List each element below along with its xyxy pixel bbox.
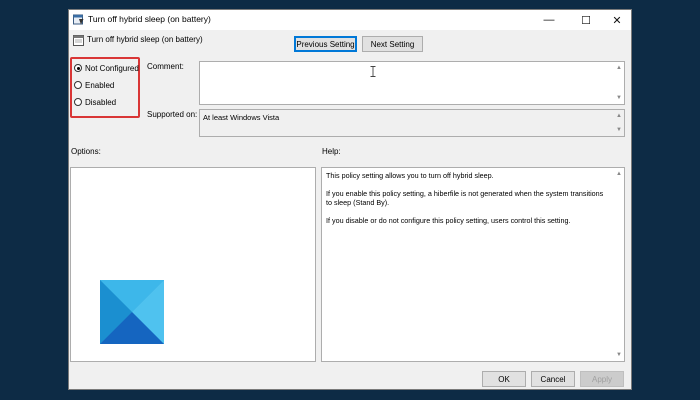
options-label: Options: bbox=[71, 147, 101, 156]
radio-label: Disabled bbox=[85, 97, 117, 107]
help-paragraph: If you enable this policy setting, a hib… bbox=[326, 189, 604, 207]
minimize-icon: — bbox=[543, 14, 555, 26]
radio-disabled[interactable]: Disabled bbox=[74, 96, 116, 108]
radio-icon[interactable] bbox=[74, 81, 82, 89]
help-paragraph: If you disable or do not configure this … bbox=[326, 216, 571, 225]
maximize-button[interactable]: ☐ bbox=[572, 10, 600, 30]
minimize-button[interactable]: — bbox=[535, 10, 563, 30]
supported-on-box: At least Windows Vista ▲ ▼ bbox=[199, 109, 625, 137]
help-panel: This policy setting allows you to turn o… bbox=[321, 167, 625, 362]
radio-not-configured[interactable]: Not Configured bbox=[74, 62, 139, 74]
policy-dialog: Turn off hybrid sleep (on battery) — ☐ ✕… bbox=[68, 9, 632, 390]
help-label: Help: bbox=[322, 147, 341, 156]
close-button[interactable]: ✕ bbox=[603, 10, 631, 30]
scroll-up-icon[interactable]: ▲ bbox=[615, 112, 623, 120]
scroll-up-icon[interactable]: ▲ bbox=[615, 170, 623, 178]
ok-button[interactable]: OK bbox=[482, 371, 526, 387]
radio-enabled[interactable]: Enabled bbox=[74, 79, 114, 91]
radio-icon[interactable] bbox=[74, 98, 82, 106]
scroll-down-icon[interactable]: ▼ bbox=[615, 94, 623, 102]
maximize-icon: ☐ bbox=[581, 14, 591, 27]
scroll-up-icon[interactable]: ▲ bbox=[615, 64, 623, 72]
policy-icon bbox=[73, 35, 84, 46]
radio-checked-icon[interactable] bbox=[74, 64, 82, 72]
options-panel bbox=[70, 167, 316, 362]
window-title: Turn off hybrid sleep (on battery) bbox=[88, 14, 211, 24]
comment-label: Comment: bbox=[147, 62, 184, 71]
supported-on-value: At least Windows Vista bbox=[203, 113, 280, 122]
policy-setting-icon bbox=[73, 14, 84, 25]
comment-textbox[interactable]: ▲ ▼ bbox=[199, 61, 625, 105]
supported-on-label: Supported on: bbox=[147, 110, 198, 119]
radio-label: Enabled bbox=[85, 80, 115, 90]
radio-label: Not Configured bbox=[85, 63, 139, 73]
help-paragraph: This policy setting allows you to turn o… bbox=[326, 171, 494, 180]
close-icon: ✕ bbox=[612, 14, 622, 27]
next-setting-button[interactable]: Next Setting bbox=[362, 36, 423, 52]
apply-button[interactable]: Apply bbox=[580, 371, 624, 387]
title-bar: Turn off hybrid sleep (on battery) — ☐ ✕ bbox=[69, 10, 631, 30]
windows-logo-icon bbox=[100, 280, 164, 344]
policy-name: Turn off hybrid sleep (on battery) bbox=[87, 35, 203, 44]
scroll-down-icon[interactable]: ▼ bbox=[615, 126, 623, 134]
text-cursor-icon bbox=[370, 66, 376, 77]
previous-setting-button[interactable]: Previous Setting bbox=[294, 36, 357, 52]
cancel-button[interactable]: Cancel bbox=[531, 371, 575, 387]
scroll-down-icon[interactable]: ▼ bbox=[615, 351, 623, 359]
